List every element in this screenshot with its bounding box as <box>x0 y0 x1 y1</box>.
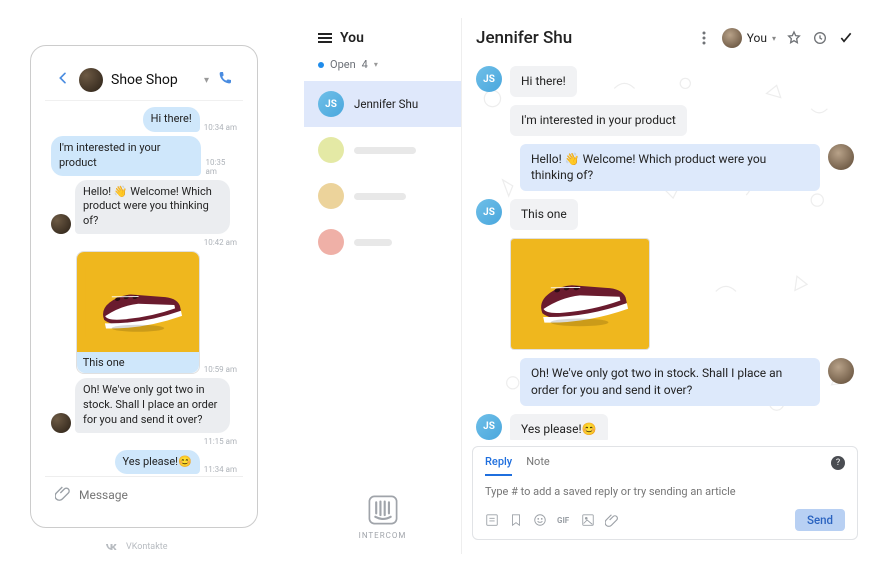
image-message[interactable]: This one <box>76 251 200 374</box>
close-conversation-icon[interactable] <box>838 30 854 46</box>
agent-avatar <box>722 28 742 48</box>
user-avatar: JS <box>476 199 502 225</box>
user-avatar: JS <box>476 66 502 92</box>
attachment-icon[interactable] <box>55 485 71 505</box>
shop-avatar-small <box>51 214 71 234</box>
emoji-icon[interactable] <box>533 513 547 527</box>
chevron-down-icon[interactable]: ▾ <box>204 75 209 86</box>
image-icon[interactable] <box>581 513 595 527</box>
vk-label: VKontakte <box>126 542 167 552</box>
more-icon[interactable] <box>696 30 712 46</box>
vk-logo-icon <box>105 542 121 552</box>
image-message[interactable] <box>510 238 650 350</box>
chat-title[interactable]: Shoe Shop <box>111 72 196 88</box>
shoe-image <box>77 252 199 352</box>
timestamp: 10:35 am <box>205 158 237 176</box>
image-caption: This one <box>77 352 199 373</box>
timestamp: 10:34 am <box>204 123 237 132</box>
assignee-label: You <box>747 31 767 45</box>
phone-composer <box>45 476 243 513</box>
call-icon[interactable] <box>217 70 233 90</box>
tab-reply[interactable]: Reply <box>485 455 512 476</box>
chevron-down-icon: ▾ <box>772 34 776 43</box>
composer: ? Reply Note GIF Send <box>472 446 858 540</box>
attachment-icon[interactable] <box>605 513 619 527</box>
conversation-item[interactable] <box>304 127 461 173</box>
message-in: Oh! We've only got two in stock. Shall I… <box>75 378 230 433</box>
conversation-item[interactable] <box>304 173 461 219</box>
filter-count: 4 <box>362 58 368 71</box>
timestamp: 11:34 am <box>204 465 237 474</box>
composer-toolbar: GIF Send <box>473 505 857 539</box>
placeholder-line <box>354 193 406 200</box>
timestamp: 11:15 am <box>204 437 237 446</box>
conversation-name: Jennifer Shu <box>354 97 418 111</box>
sidebar-title: You <box>340 30 364 46</box>
message-in: Hi there! <box>510 66 577 97</box>
timestamp: 10:59 am <box>204 365 237 374</box>
tab-note[interactable]: Note <box>526 455 550 476</box>
conversation-list: JS Jennifer Shu <box>304 81 461 265</box>
conversation-title: Jennifer Shu <box>476 28 686 48</box>
shoe-image <box>511 239 649 349</box>
conversation-header: Jennifer Shu You ▾ <box>462 18 868 58</box>
message-in: Hello! 👋 Welcome! Which product were you… <box>75 180 230 235</box>
message-in: Yes please!😊 <box>510 414 608 440</box>
intercom-logo-icon <box>366 493 400 527</box>
filter-label: Open <box>330 58 356 71</box>
assignee-chip[interactable]: You ▾ <box>722 28 776 48</box>
snooze-icon[interactable] <box>812 30 828 46</box>
conversation-pane: Jennifer Shu You ▾ JS Hi there! <box>462 18 868 554</box>
send-button[interactable]: Send <box>795 509 845 531</box>
composer-input[interactable] <box>485 485 845 498</box>
user-avatar <box>318 229 344 255</box>
intercom-brand: INTERCOM <box>304 479 461 554</box>
user-avatar <box>318 183 344 209</box>
message-out: Hi there! <box>143 107 200 132</box>
user-avatar <box>318 137 344 163</box>
intercom-brand-label: INTERCOM <box>359 531 407 540</box>
composer-tabs: Reply Note <box>473 447 857 476</box>
agent-avatar <box>828 358 854 384</box>
shop-avatar[interactable] <box>79 68 103 92</box>
vk-brand: VKontakte <box>105 542 167 552</box>
gif-icon[interactable]: GIF <box>557 513 571 527</box>
insert-article-icon[interactable] <box>485 513 499 527</box>
help-icon[interactable]: ? <box>831 456 845 470</box>
back-icon[interactable] <box>55 70 71 90</box>
phone-messages: Hi there! 10:34 am I'm interested in your… <box>45 101 243 476</box>
chevron-down-icon: ▾ <box>374 60 378 69</box>
status-dot <box>318 62 324 68</box>
message-in: This one <box>510 199 578 230</box>
conversation-item-selected[interactable]: JS Jennifer Shu <box>304 81 461 127</box>
placeholder-line <box>354 239 392 246</box>
phone-header: Shoe Shop ▾ <box>45 60 243 101</box>
message-out: Hello! 👋 Welcome! Which product were you… <box>520 144 820 192</box>
placeholder-line <box>354 147 416 154</box>
message-out: Oh! We've only got two in stock. Shall I… <box>520 358 820 406</box>
shop-avatar-small <box>51 413 71 433</box>
message-in: I'm interested in your product <box>510 105 687 136</box>
bookmark-icon[interactable] <box>509 513 523 527</box>
filter-open[interactable]: Open 4 ▾ <box>304 54 461 81</box>
message-input[interactable] <box>79 488 235 502</box>
agent-avatar <box>828 144 854 170</box>
menu-icon[interactable] <box>318 31 332 45</box>
user-avatar: JS <box>476 414 502 440</box>
sidebar-header: You <box>304 18 461 54</box>
message-out: Yes please!😊 <box>115 450 200 475</box>
message-out: I'm interested in your product <box>51 136 201 176</box>
timestamp: 10:42 am <box>204 238 237 247</box>
conversation-item[interactable] <box>304 219 461 265</box>
star-icon[interactable] <box>786 30 802 46</box>
phone-mockup: Shoe Shop ▾ Hi there! 10:34 am I'm intere… <box>30 45 258 528</box>
intercom-panel: You Open 4 ▾ JS Jennifer Shu <box>304 18 868 554</box>
user-avatar: JS <box>318 91 344 117</box>
message-pane: JS Hi there! I'm interested in your produ… <box>462 58 868 440</box>
inbox-sidebar: You Open 4 ▾ JS Jennifer Shu <box>304 18 462 554</box>
